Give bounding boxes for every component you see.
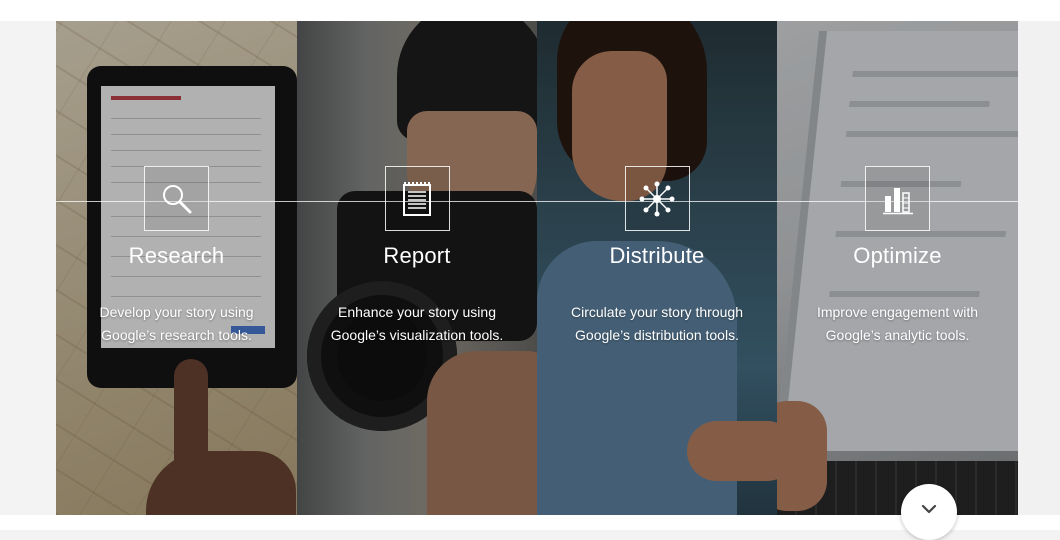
feature-report[interactable]: Report Enhance your story using Google’s… [297,166,537,347]
feature-description: Develop your story using Google’s resear… [99,304,254,343]
magnifier-icon [162,184,191,213]
top-bar [0,0,1060,21]
feature-title[interactable]: Research [56,243,297,269]
feature-description: Enhance your story using Google’s visual… [330,304,504,343]
optimize-icon-box[interactable] [865,166,930,231]
feature-title[interactable]: Optimize [777,243,1018,269]
chevron-down-icon [921,504,937,514]
notepad-icon [403,181,431,216]
hero-section: Research Develop your story using Google… [56,21,1018,515]
side-gutter [1018,21,1060,515]
report-icon-box[interactable] [384,166,450,231]
feature-research[interactable]: Research Develop your story using Google… [56,166,297,347]
bar-chart-icon [882,187,913,214]
scroll-down-button[interactable] [901,484,957,540]
feature-title[interactable]: Report [297,243,537,269]
feature-description: Circulate your story through Google’s di… [571,304,743,343]
distribute-icon-box[interactable] [624,166,690,231]
research-icon-box[interactable] [144,166,209,231]
feature-title[interactable]: Distribute [537,243,777,269]
feature-distribute[interactable]: Distribute Circulate your story through … [537,166,777,347]
feature-description: Improve engagement with Google’s analyti… [816,304,979,343]
network-icon [639,181,675,216]
feature-optimize[interactable]: Optimize Improve engagement with Google’… [777,166,1018,347]
